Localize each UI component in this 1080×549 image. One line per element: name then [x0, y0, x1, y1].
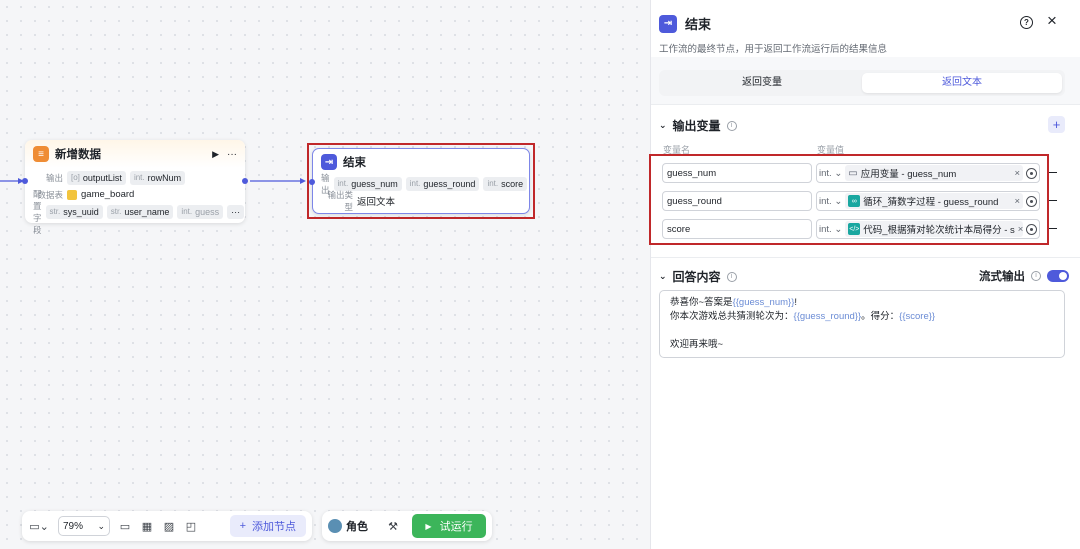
divider: [651, 257, 1080, 258]
variable-value-field[interactable]: int. ⌄ ▭ 应用变量 - guess_num ×: [816, 163, 1040, 183]
output-port[interactable]: [242, 178, 248, 184]
zoom-select[interactable]: 79% ⌄: [58, 516, 110, 536]
stream-output-label: 流式输出: [979, 271, 1025, 283]
minimap-icon[interactable]: ▭⌄: [28, 519, 50, 533]
type-value: 返回文本: [357, 196, 396, 208]
add-node-button[interactable]: + 添加节点: [229, 515, 306, 537]
type-select[interactable]: int. ⌄: [819, 196, 842, 207]
exit-icon: ⇥: [659, 14, 677, 33]
output-tag: int. rowNum: [129, 170, 186, 185]
variable-name-input[interactable]: score: [662, 219, 812, 239]
variable-value-field[interactable]: int. ⌄ </> 代码_根据猜对轮次统计本局得分 - s ×: [816, 219, 1040, 239]
comment-icon[interactable]: ▭: [118, 519, 132, 533]
config-label: 配置字段: [33, 188, 42, 235]
clear-icon[interactable]: ×: [1018, 224, 1023, 235]
remove-row-icon[interactable]: [1049, 228, 1057, 229]
play-icon: ▶: [425, 521, 432, 531]
type-label: 输出类型: [327, 189, 353, 212]
type-select[interactable]: int. ⌄: [819, 168, 842, 179]
pick-variable-icon[interactable]: [1026, 223, 1037, 235]
more-icon[interactable]: ···: [227, 149, 237, 160]
pick-variable-icon[interactable]: [1026, 167, 1037, 179]
variable-name-input[interactable]: guess_num: [662, 163, 812, 183]
connector-lines: [0, 178, 306, 184]
chevron-down-icon[interactable]: ⌄: [659, 271, 667, 282]
reply-content-editor[interactable]: 恭喜你~答案是{{guess_num}}! 你本次游戏总共猜测轮次为：{{gue…: [659, 290, 1065, 358]
output-variables-section: ⌄ 输出变量 i +: [659, 116, 1069, 134]
node-title: 新增数据: [55, 149, 101, 161]
section-title: 回答内容: [672, 270, 721, 284]
variable-name-input[interactable]: guess_round: [662, 191, 812, 211]
output-label: 输出: [45, 172, 63, 183]
close-icon[interactable]: ×: [1047, 12, 1057, 29]
database-icon: ≡: [33, 146, 49, 162]
variable-reference[interactable]: ▭ 应用变量 - guess_num ×: [845, 165, 1023, 181]
tab-return-text[interactable]: 返回文本: [862, 73, 1062, 93]
pick-variable-icon[interactable]: [1026, 195, 1037, 207]
variable-value-field[interactable]: int. ⌄ ∞ 循环_猜数字过程 - guess_round ×: [816, 191, 1040, 211]
node-title: 结束: [343, 157, 366, 169]
input-port[interactable]: [309, 179, 315, 185]
fit-icon[interactable]: ◰: [184, 519, 198, 533]
output-tag: int. guess_round: [405, 176, 480, 191]
field-tag: str. sys_uuid: [45, 204, 103, 219]
exit-icon: ⇥: [321, 154, 337, 170]
test-run-button[interactable]: ▶ 试运行: [412, 514, 486, 538]
wrench-icon[interactable]: ⚒: [386, 519, 400, 533]
add-data-node[interactable]: ≡ 新增数据 ▶ ··· 输出 [o] outputList int. rowNum…: [22, 140, 248, 235]
panel-title: 结束: [685, 17, 712, 32]
variable-reference[interactable]: ∞ 循环_猜数字过程 - guess_round ×: [845, 193, 1023, 209]
end-node[interactable]: ⇥ 结束 输出 int. guess_num int. guess_round in…: [309, 148, 530, 214]
remove-row-icon[interactable]: [1049, 172, 1057, 173]
more-fields[interactable]: ···: [227, 204, 245, 219]
canvas-toolbar: ▭⌄ 79% ⌄ ▭ ▦ ▨ ◰ + 添加节点: [22, 511, 312, 541]
panel-description: 工作流的最终节点，用于返回工作流运行后的结果信息: [659, 44, 888, 55]
run-node-icon[interactable]: ▶: [212, 149, 219, 160]
reply-content-section: ⌄ 回答内容 i 流式输出 i: [659, 268, 1069, 284]
section-title: 输出变量: [672, 119, 721, 133]
return-mode-tabs: 返回变量 返回文本: [659, 70, 1065, 96]
tab-return-variable[interactable]: 返回变量: [662, 73, 862, 93]
remove-row-icon[interactable]: [1049, 200, 1057, 201]
clear-icon[interactable]: ×: [1014, 196, 1020, 207]
folder-icon: ▭: [848, 167, 858, 179]
field-tag: int. guess: [177, 204, 224, 219]
info-icon[interactable]: i: [1031, 271, 1041, 281]
image-icon[interactable]: ▨: [162, 519, 176, 533]
type-select[interactable]: int. ⌄: [819, 224, 842, 235]
tab-area: 返回变量 返回文本: [651, 57, 1080, 105]
info-icon[interactable]: i: [726, 271, 737, 282]
variable-reference[interactable]: </> 代码_根据猜对轮次统计本局得分 - s ×: [845, 221, 1023, 237]
loop-icon: ∞: [848, 195, 861, 207]
add-variable-button[interactable]: +: [1048, 116, 1065, 133]
stream-output-toggle[interactable]: [1047, 270, 1069, 282]
run-toolbar: 角色 ⚒ ▶ 试运行: [322, 511, 492, 541]
clear-icon[interactable]: ×: [1014, 168, 1020, 179]
avatar: [328, 519, 342, 533]
table-value: game_board: [81, 189, 135, 200]
field-tag: str. user_name: [106, 204, 174, 219]
chevron-down-icon[interactable]: ⌄: [659, 120, 667, 131]
grid-icon[interactable]: ▦: [140, 519, 154, 533]
code-icon: </>: [848, 223, 861, 235]
node-config-panel: ⇥ 结束 ? × 工作流的最终节点，用于返回工作流运行后的结果信息 返回变量 返…: [649, 0, 1080, 549]
output-tag: [o] outputList: [67, 170, 126, 185]
role-button[interactable]: 角色: [328, 518, 368, 534]
output-tag: int. score: [483, 176, 528, 191]
table-icon: [67, 189, 77, 200]
help-icon[interactable]: ?: [1020, 16, 1033, 29]
info-icon[interactable]: i: [726, 120, 737, 131]
input-port[interactable]: [22, 178, 28, 184]
plus-icon: +: [239, 520, 246, 532]
